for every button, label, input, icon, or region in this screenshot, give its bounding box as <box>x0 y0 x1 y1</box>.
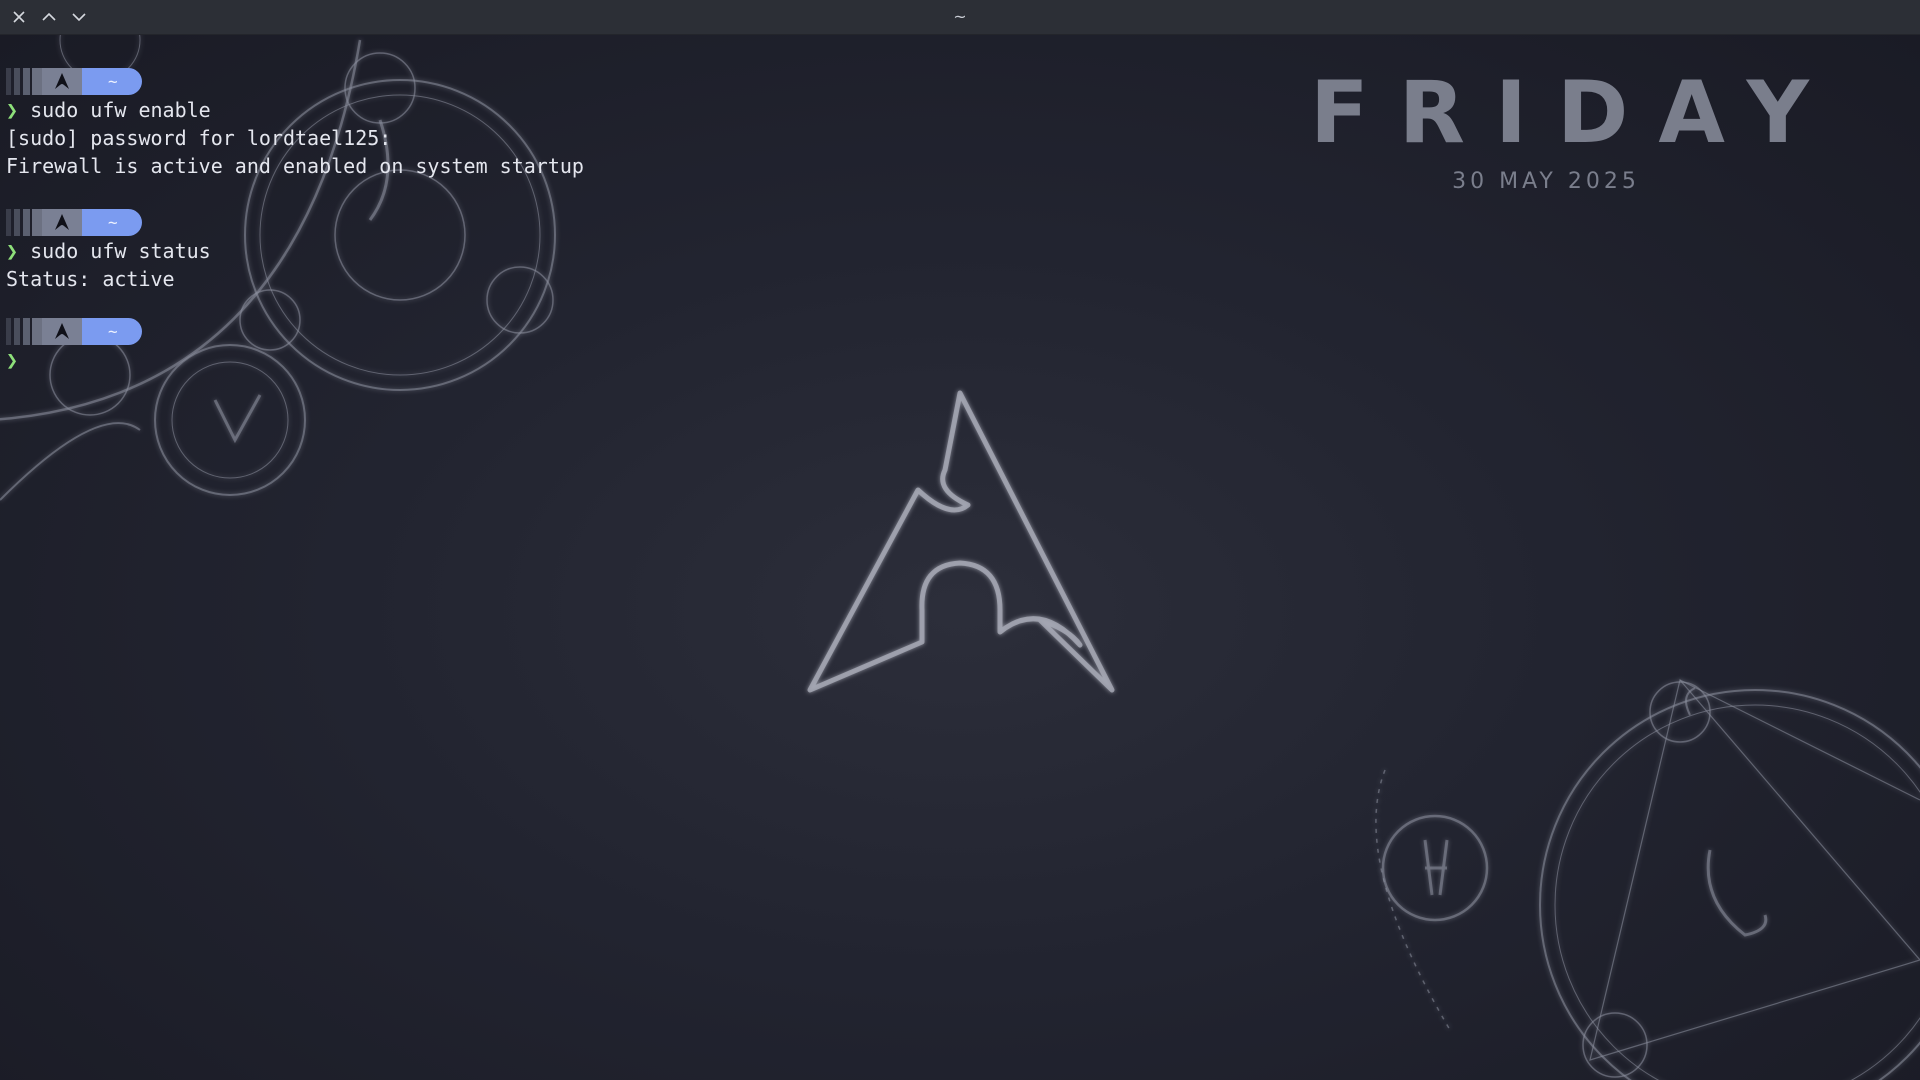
prompt-chevron: ❯ <box>6 239 19 263</box>
prompt-chevron: ❯ <box>6 98 19 122</box>
prompt-segment-os <box>42 318 82 345</box>
arch-linux-icon <box>55 323 69 339</box>
window-titlebar: ~ <box>0 0 1920 35</box>
window-title: ~ <box>953 7 967 26</box>
prompt-segment-dir: ~ <box>82 68 142 95</box>
output-line: [sudo] password for lordtael125: <box>6 126 392 150</box>
clock-day: FRIDAY <box>1310 63 1839 163</box>
prompt-segment-os <box>42 209 82 236</box>
prompt-segment-dir: ~ <box>82 209 142 236</box>
clock-widget: FRIDAY 30 MAY 2025 <box>1280 63 1812 194</box>
prompt-segment-dir: ~ <box>82 318 142 345</box>
command-line: ❯ sudo ufw enable <box>6 96 584 124</box>
command-text: sudo ufw status <box>30 239 211 263</box>
prompt-segment-os <box>42 68 82 95</box>
clock-date: 30 MAY 2025 <box>1452 169 1640 194</box>
output-line: Status: active <box>6 267 175 291</box>
prompt-bar: ~ <box>6 67 176 96</box>
arch-linux-icon <box>55 73 69 89</box>
arch-linux-icon <box>55 214 69 230</box>
prompt-segment-decor <box>6 209 42 236</box>
prompt-bar: ~ <box>6 317 176 346</box>
prompt-chevron: ❯ <box>6 348 19 372</box>
prompt-segment-decor <box>6 68 42 95</box>
command-input-line[interactable]: ❯ <box>6 346 584 374</box>
prompt-bar: ~ <box>6 208 176 237</box>
output-line: Firewall is active and enabled on system… <box>6 154 584 178</box>
terminal-background[interactable]: FRIDAY 30 MAY 2025 ~ ❯ sudo ufw enable [… <box>0 35 1920 1080</box>
prompt-segment-decor <box>6 318 42 345</box>
terminal-output[interactable]: ~ ❯ sudo ufw enable [sudo] password for … <box>6 67 584 374</box>
command-text: sudo ufw enable <box>30 98 211 122</box>
command-line: ❯ sudo ufw status <box>6 237 584 265</box>
